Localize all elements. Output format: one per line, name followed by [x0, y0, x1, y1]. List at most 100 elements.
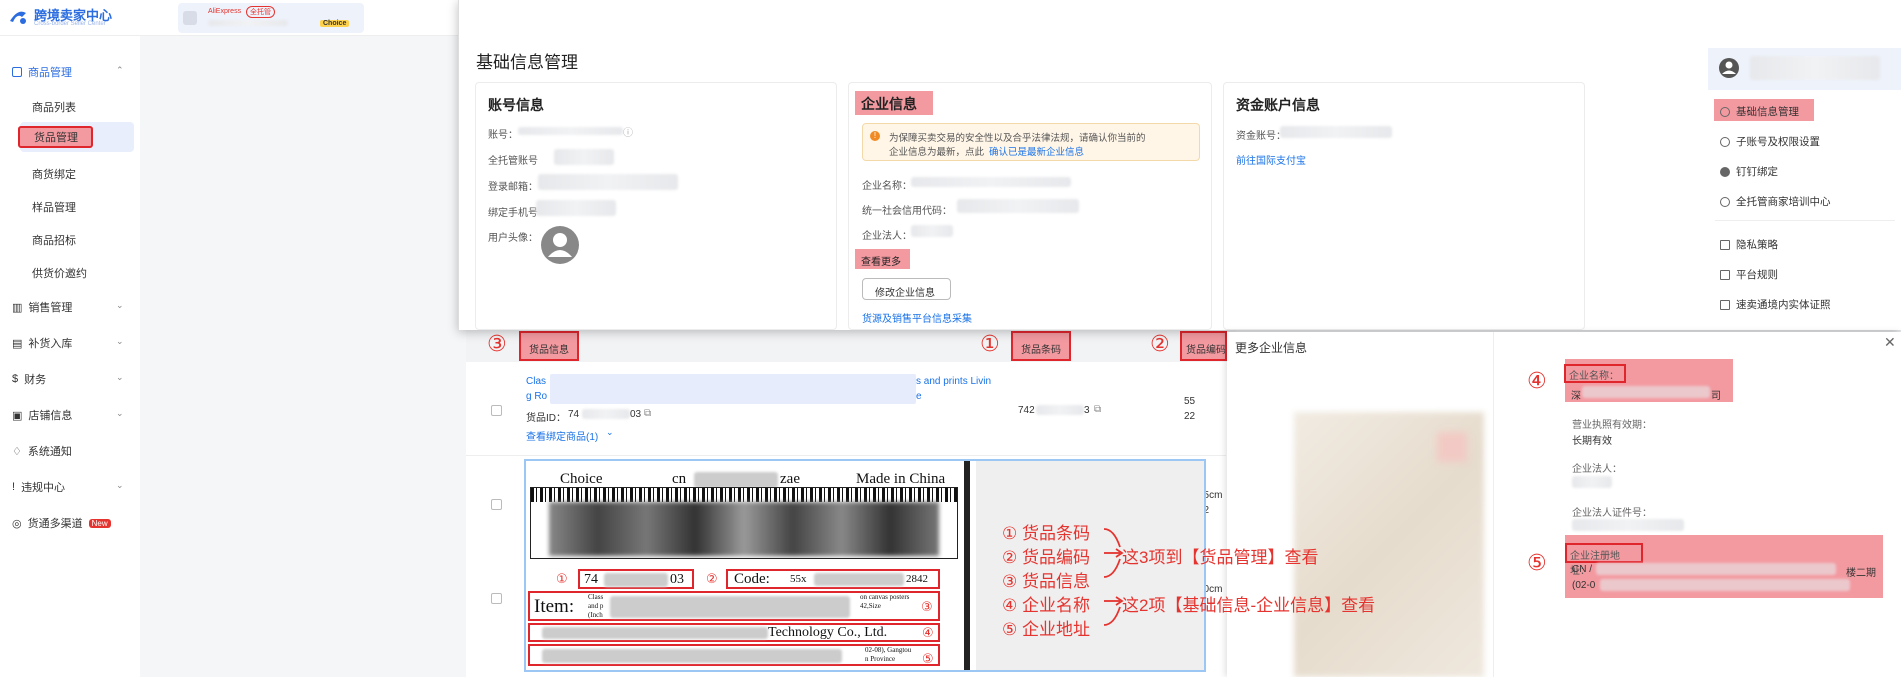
sidebar-subitem-price-invite[interactable]: 供货价邀约 — [32, 263, 87, 283]
annotation-line-4: ④ 企业名称 — [1002, 596, 1090, 615]
account-title: 账号信息 — [488, 97, 544, 113]
view-bound-products[interactable]: 查看绑定商品(1) — [526, 428, 598, 443]
label-code-label: Code: — [734, 571, 770, 587]
field-label: 绑定手机号 — [488, 208, 538, 219]
view-more-button[interactable]: 查看更多 — [855, 249, 910, 269]
sidebar-item-label: 商品管理 — [28, 67, 72, 79]
doc-icon — [1720, 299, 1730, 310]
annotation-line-2: ② 货品编码 — [1002, 548, 1090, 567]
help-icon[interactable]: ⓘ — [623, 124, 633, 139]
sidebar: 商品管理 ⌃ 商品列表 货品管理 商货绑定 样品管理 商品招标 供货价邀约 ▥ 销… — [0, 36, 140, 677]
marker-2: ② — [1150, 331, 1170, 356]
sidebar-item-violations[interactable]: ! 违规中心 ⌄ — [12, 477, 124, 497]
barcode — [530, 487, 958, 559]
edit-company-button[interactable]: 修改企业信息 — [862, 278, 951, 300]
sidebar-item-label: 销售管理 — [28, 302, 73, 314]
redacted — [604, 573, 668, 587]
address-line2: (02-0 — [1572, 580, 1596, 591]
field-label: 企业名称： — [862, 181, 912, 192]
legal-label: 企业法人： — [1572, 464, 1622, 475]
redacted — [957, 199, 1079, 213]
page-title: 基础信息管理 — [476, 53, 578, 72]
menu-item-training[interactable]: 全托管商家培训中心 — [1720, 194, 1831, 209]
sidebar-subitem-binding[interactable]: 商货绑定 — [32, 164, 76, 184]
alipay-link[interactable]: 前往国际支付宝 — [1236, 152, 1306, 167]
row-checkbox[interactable] — [491, 405, 502, 416]
goods-id-label: 货品ID： — [526, 413, 566, 424]
label-sticker: Choice cn zae Made in China ① 74 03 ② Co… — [526, 461, 970, 670]
menu-item-dingtalk[interactable]: 钉钉绑定 — [1720, 164, 1778, 179]
sidebar-item-restock[interactable]: ▤ 补货入库 ⌄ — [12, 333, 124, 353]
menu-item-privacy[interactable]: 隐私策略 — [1720, 237, 1778, 252]
more-company-panel: 更多企业信息 ✕ — [1227, 332, 1901, 677]
col-header-barcode: 货品条码 — [1011, 331, 1071, 361]
row-title-line2-end[interactable]: e — [916, 391, 922, 402]
menu-item-license[interactable]: 速卖通境内实体证照 — [1720, 297, 1831, 312]
company-name-end: 司 — [1711, 391, 1721, 402]
col-header-code: 货品编码 — [1180, 331, 1227, 361]
sidebar-item-label: 违规中心 — [21, 482, 66, 494]
copy-icon[interactable]: ⧉ — [644, 408, 651, 419]
label-num-end: 03 — [670, 572, 684, 587]
label-company-box: Technology Co., Ltd. — [528, 623, 940, 642]
field-label: 资金账号： — [1236, 131, 1286, 142]
sidebar-subitem-goods-management[interactable]: 货品管理 — [18, 126, 93, 148]
sidebar-subitem-product-list[interactable]: 商品列表 — [32, 97, 76, 117]
choice-badge: Choice — [320, 20, 350, 27]
chevron-down-icon: ⌄ — [116, 336, 124, 346]
label-item-line3: (Inch — [588, 611, 603, 619]
org-icon — [1720, 136, 1730, 147]
barcode-redacted — [1036, 405, 1084, 415]
label-cn-prefix: cn — [672, 471, 687, 487]
sidebar-item-finance[interactable]: $ 财务 ⌄ — [12, 369, 124, 389]
menu-label: 钉钉绑定 — [1736, 166, 1778, 178]
sidebar-subitem-bidding[interactable]: 商品招标 — [32, 230, 76, 250]
redacted — [542, 627, 768, 639]
menu-item-rules[interactable]: 平台规则 — [1720, 267, 1778, 282]
label-item-label: Item: — [534, 596, 575, 617]
menu-item-basic-info[interactable]: 基础信息管理 — [1720, 104, 1799, 119]
sidebar-item-store-info[interactable]: ▣ 店铺信息 ⌄ — [12, 405, 124, 425]
store-switcher[interactable]: AliExpress 全托管 Choice — [178, 3, 364, 33]
bell-outline-icon: ♢ — [12, 445, 22, 458]
row-title-end[interactable]: s and prints Livin — [916, 376, 991, 387]
row-checkbox[interactable] — [491, 593, 502, 604]
field-label: 用户头像： — [488, 233, 538, 244]
sourcing-info-link[interactable]: 货源及销售平台信息采集 — [862, 310, 972, 325]
row-title-line2-start[interactable]: g Ro — [526, 391, 547, 402]
redacted — [694, 472, 778, 488]
sidebar-subitem-samples[interactable]: 样品管理 — [32, 197, 76, 217]
address-label: 企业注册地址： — [1565, 543, 1643, 577]
redacted — [911, 177, 1071, 187]
doc-icon — [1720, 239, 1730, 250]
close-icon[interactable]: ✕ — [1884, 334, 1896, 351]
more-panel-title: 更多企业信息 — [1235, 341, 1308, 355]
row-title-start[interactable]: Clas — [526, 376, 546, 387]
marker-3: ③ — [487, 331, 507, 356]
copy-icon[interactable]: ⧉ — [1094, 404, 1101, 415]
redacted — [1572, 476, 1612, 488]
label-marker-3: ③ — [921, 599, 933, 614]
address-start: CN / — [1572, 564, 1592, 575]
barcode-redacted — [549, 502, 939, 556]
menu-item-subaccounts[interactable]: 子账号及权限设置 — [1720, 134, 1820, 149]
sidebar-item-notifications[interactable]: ♢ 系统通知 — [12, 441, 72, 461]
avatar[interactable] — [540, 225, 580, 265]
sidebar-item-multichannel[interactable]: ◎ 货通多渠道 New — [12, 513, 111, 533]
confirm-info-link[interactable]: 确认已是最新企业信息 — [989, 144, 1084, 158]
warning-icon: ! — [12, 481, 16, 493]
menu-label: 全托管商家培训中心 — [1736, 196, 1831, 208]
code-start: 55 — [1184, 396, 1196, 407]
field-label: 统一社会信用代码： — [862, 206, 952, 217]
annotation-line-3: ③ 货品信息 — [1002, 572, 1090, 591]
row-checkbox[interactable] — [491, 499, 502, 510]
redacted — [1572, 519, 1684, 531]
marker-4: ④ — [1527, 368, 1547, 393]
sidebar-item-sales[interactable]: ▥ 销售管理 ⌄ — [12, 297, 124, 317]
sidebar-item-products[interactable]: 商品管理 ⌃ — [12, 62, 124, 82]
menu-label: 速卖通境内实体证照 — [1736, 299, 1831, 311]
company-card: 企业信息 ! 为保障买卖交易的安全性以及合乎法律法规，请确认你当前的 企业信息为… — [848, 82, 1212, 330]
menu-label: 隐私策略 — [1736, 239, 1778, 251]
chevron-down-icon[interactable]: ⌄ — [606, 427, 614, 438]
store-name-redacted — [208, 20, 288, 26]
